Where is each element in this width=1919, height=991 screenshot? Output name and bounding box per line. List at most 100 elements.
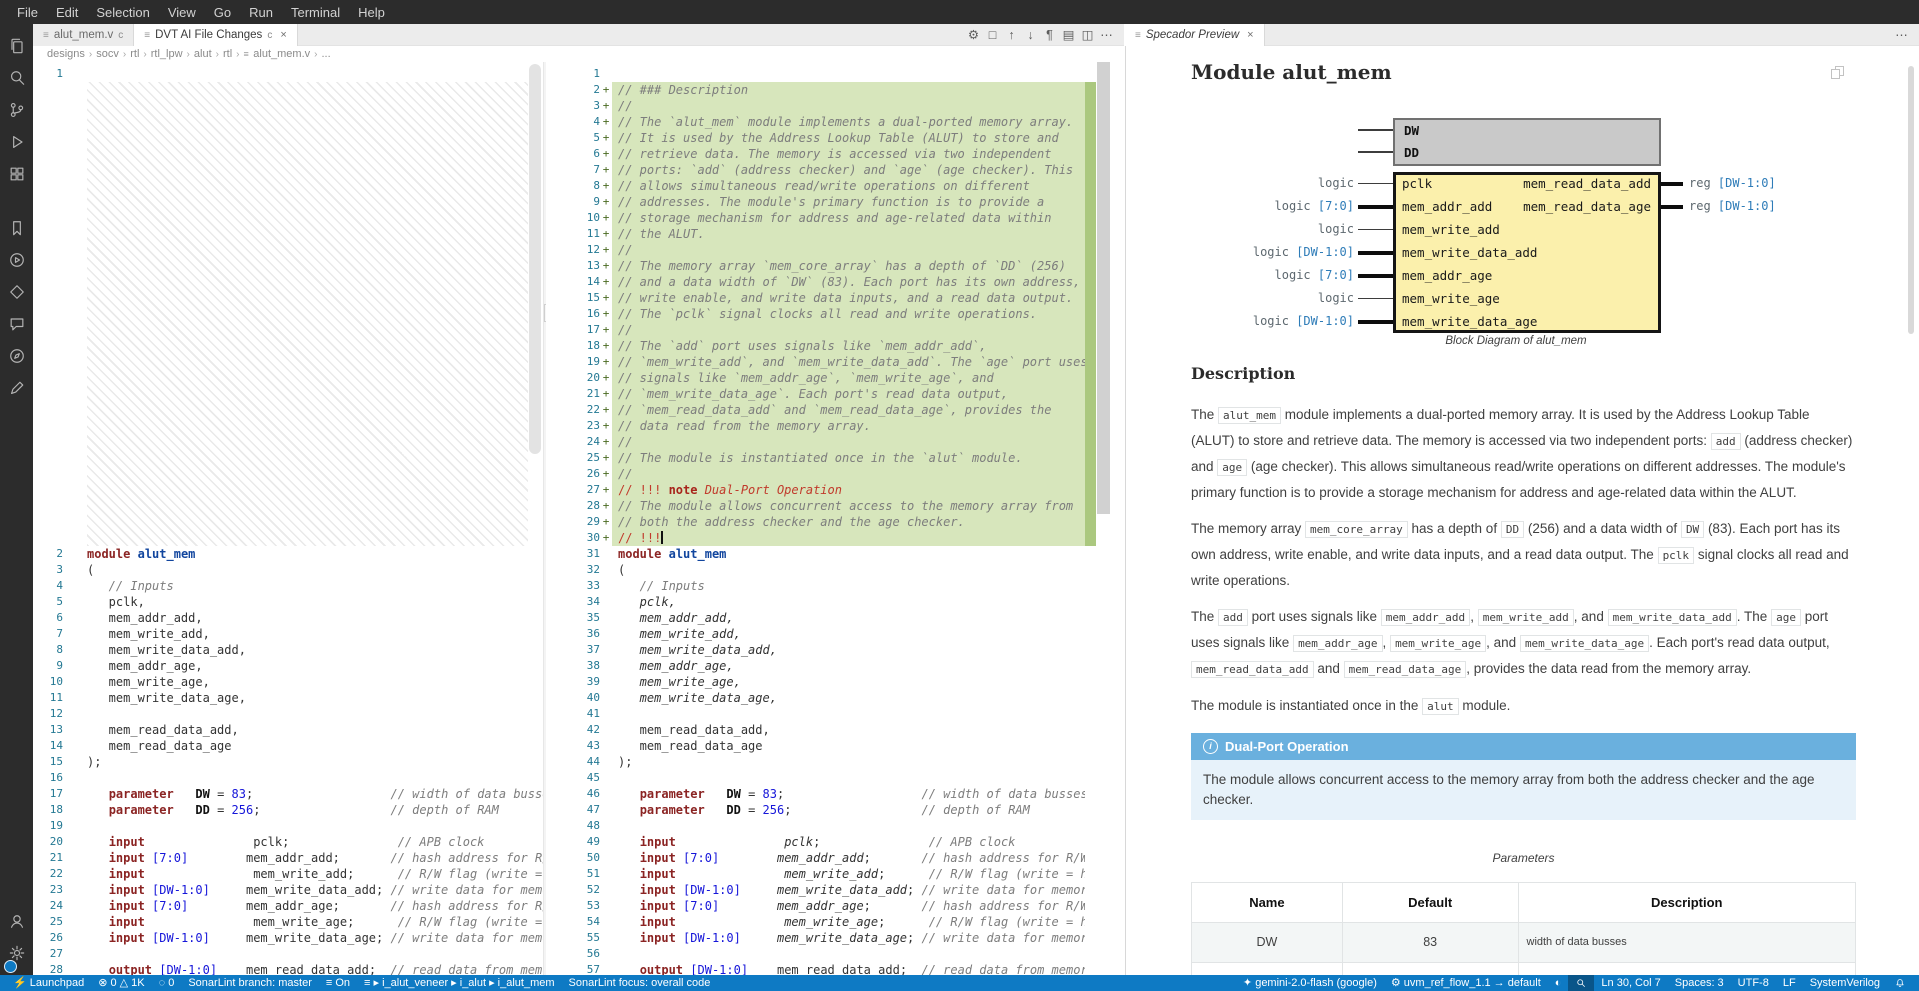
tab-alut-mem-v[interactable]: ≡alut_mem.vc — [33, 24, 134, 46]
verification-play-icon[interactable] — [0, 244, 33, 276]
code-line[interactable]: 42 mem_read_data_add, — [546, 722, 1085, 738]
code-line[interactable]: 21+// `mem_write_data_age`. Each port's … — [546, 386, 1085, 402]
breadcrumb-item[interactable]: ≡ alut_mem.v — [242, 48, 313, 60]
extensions-icon[interactable] — [0, 158, 33, 190]
code-line[interactable]: 24 input [7:0] mem_addr_age; // hash add… — [33, 898, 543, 914]
code-line[interactable]: 38 mem_addr_age, — [546, 658, 1085, 674]
gear-icon[interactable]: ⚙ — [964, 24, 983, 46]
code-line[interactable]: 23+// data read from the memory array. — [546, 418, 1085, 434]
code-line[interactable]: 7+// ports: `add` (address checker) and … — [546, 162, 1085, 178]
code-line[interactable]: 28 output [DW-1:0] mem_read_data_add; //… — [33, 962, 543, 975]
statusbar-eol[interactable]: LF — [1776, 975, 1803, 991]
code-line[interactable]: 13+// The memory array `mem_core_array` … — [546, 258, 1085, 274]
code-line[interactable]: 2+// ### Description — [546, 82, 1085, 98]
menu-item-help[interactable]: Help — [349, 0, 394, 24]
code-line[interactable]: 20+// signals like `mem_addr_age`, `mem_… — [546, 370, 1085, 386]
dvt-diamond-icon[interactable] — [0, 276, 33, 308]
code-line[interactable]: 43 mem_read_data_age — [546, 738, 1085, 754]
diff-original-pane[interactable]: 12module alut_mem3(4 // Inputs5 pclk,6 m… — [33, 62, 543, 975]
code-line[interactable]: 35 mem_addr_add, — [546, 610, 1085, 626]
breadcrumb-item[interactable]: ... — [319, 48, 332, 60]
code-line[interactable]: 6 mem_addr_add, — [33, 610, 543, 626]
close-icon[interactable]: × — [280, 29, 286, 41]
breadcrumb[interactable]: designs›socv›rtl›rtl_lpw›alut›rtl›≡ alut… — [33, 46, 1124, 62]
bookmark-icon[interactable] — [0, 212, 33, 244]
statusbar-language-mode[interactable]: SystemVerilog — [1803, 975, 1887, 991]
code-line[interactable]: 11+// the ALUT. — [546, 226, 1085, 242]
code-line[interactable]: 36 mem_write_add, — [546, 626, 1085, 642]
code-line[interactable]: 22+// `mem_read_data_add` and `mem_read_… — [546, 402, 1085, 418]
code-line[interactable]: 48 — [546, 818, 1085, 834]
map-icon[interactable]: ▤ — [1059, 24, 1078, 46]
edit-pencil-icon[interactable] — [0, 372, 33, 404]
code-line[interactable]: 25 input mem_write_age; // R/W flag (wri… — [33, 914, 543, 930]
statusbar-uvm-flow[interactable]: ⚙ uvm_ref_flow_1.1 → default — [1384, 975, 1548, 991]
statusbar-goto-line[interactable]: Ln 30, Col 7 — [1594, 975, 1667, 991]
code-line[interactable]: 4+// The `alut_mem` module implements a … — [546, 114, 1085, 130]
statusbar-sonarlint-branch[interactable]: SonarLint branch: master — [181, 975, 319, 991]
code-line[interactable]: 32( — [546, 562, 1085, 578]
close-icon[interactable]: × — [1247, 29, 1253, 41]
code-line[interactable]: 14+// and a data width of `DW` (83). Eac… — [546, 274, 1085, 290]
code-line[interactable]: 26+// — [546, 466, 1085, 482]
code-line[interactable]: 11 mem_write_data_age, — [33, 690, 543, 706]
code-line[interactable]: 10+// storage mechanism for address and … — [546, 210, 1085, 226]
breadcrumb-item[interactable]: socv — [94, 48, 121, 60]
code-line[interactable]: 18 parameter DD = 256; // depth of RAM — [33, 802, 543, 818]
menu-item-view[interactable]: View — [159, 0, 205, 24]
code-line[interactable]: 23 input [DW-1:0] mem_write_data_add; //… — [33, 882, 543, 898]
account-icon[interactable] — [0, 905, 33, 937]
code-line[interactable]: 49 input pclk; // APB clock — [546, 834, 1085, 850]
statusbar-notifications-bell[interactable] — [1887, 975, 1913, 991]
code-line[interactable]: 4 // Inputs — [33, 578, 543, 594]
breadcrumb-item[interactable]: rtl_lpw — [149, 48, 185, 60]
menu-item-edit[interactable]: Edit — [47, 0, 87, 24]
files-icon[interactable] — [0, 30, 33, 62]
code-line[interactable]: 21 input [7:0] mem_addr_add; // hash add… — [33, 850, 543, 866]
right-pane-scrollbar[interactable] — [1097, 62, 1110, 514]
menu-item-file[interactable]: File — [8, 0, 47, 24]
code-line[interactable]: 53 input [7:0] mem_addr_age; // hash add… — [546, 898, 1085, 914]
statusbar-progress-indicator[interactable]: ◐ — [1548, 975, 1569, 991]
copy-icon[interactable] — [1831, 66, 1845, 80]
previous-change-icon[interactable]: ↑ — [1002, 24, 1021, 46]
statusbar-sonarlint-focus[interactable]: SonarLint focus: overall code — [562, 975, 718, 991]
design-compass-icon[interactable] — [0, 340, 33, 372]
breadcrumb-item[interactable]: rtl — [221, 48, 234, 60]
code-line[interactable]: 9+// addresses. The module's primary fun… — [546, 194, 1085, 210]
run-debug-icon[interactable] — [0, 126, 33, 158]
code-line[interactable]: 16 — [33, 770, 543, 786]
code-line[interactable]: 15+// write enable, and write data input… — [546, 290, 1085, 306]
tab-dvt-ai-file-changes[interactable]: ≡DVT AI File Changesc× — [134, 24, 297, 46]
code-line[interactable]: 37 mem_write_data_add, — [546, 642, 1085, 658]
code-line[interactable]: 30+// !!! — [546, 530, 1085, 546]
code-line[interactable]: 50 input [7:0] mem_addr_add; // hash add… — [546, 850, 1085, 866]
statusbar-encoding[interactable]: UTF-8 — [1731, 975, 1776, 991]
split-editor-icon[interactable]: ◫ — [1078, 24, 1097, 46]
code-line[interactable]: 55 input [DW-1:0] mem_write_data_age; //… — [546, 930, 1085, 946]
code-line[interactable]: 14 mem_read_data_age — [33, 738, 543, 754]
code-line[interactable]: 33 // Inputs — [546, 578, 1085, 594]
code-line[interactable]: 45 — [546, 770, 1085, 786]
tab-specador-preview[interactable]: ≡Specador Preview× — [1125, 24, 1265, 46]
preview-scrollbar[interactable] — [1908, 66, 1914, 334]
code-line[interactable]: 17+// — [546, 322, 1085, 338]
statusbar-launchpad-button[interactable]: ⚡ Launchpad — [6, 975, 91, 991]
code-line[interactable]: 18+// The `add` port uses signals like `… — [546, 338, 1085, 354]
code-line[interactable]: 46 parameter DW = 83; // width of data b… — [546, 786, 1085, 802]
menu-item-terminal[interactable]: Terminal — [282, 0, 349, 24]
code-line[interactable]: 20 input pclk; // APB clock — [33, 834, 543, 850]
next-change-icon[interactable]: ↓ — [1021, 24, 1040, 46]
code-line[interactable]: 26 input [DW-1:0] mem_write_data_age; //… — [33, 930, 543, 946]
more-actions-icon[interactable]: ⋯ — [1892, 24, 1911, 46]
code-line[interactable]: 57 output [DW-1:0] mem_read_data_add; //… — [546, 962, 1085, 975]
menu-item-run[interactable]: Run — [240, 0, 282, 24]
code-line[interactable]: 3( — [33, 562, 543, 578]
code-line[interactable]: 3+// — [546, 98, 1085, 114]
code-line[interactable]: 54 input mem_write_age; // R/W flag (wri… — [546, 914, 1085, 930]
code-line[interactable]: 5 pclk, — [33, 594, 543, 610]
code-line[interactable]: 16+// The `pclk` signal clocks all read … — [546, 306, 1085, 322]
code-line[interactable]: 56 — [546, 946, 1085, 962]
more-actions-icon[interactable]: ⋯ — [1097, 24, 1116, 46]
code-line[interactable]: 12 — [33, 706, 543, 722]
